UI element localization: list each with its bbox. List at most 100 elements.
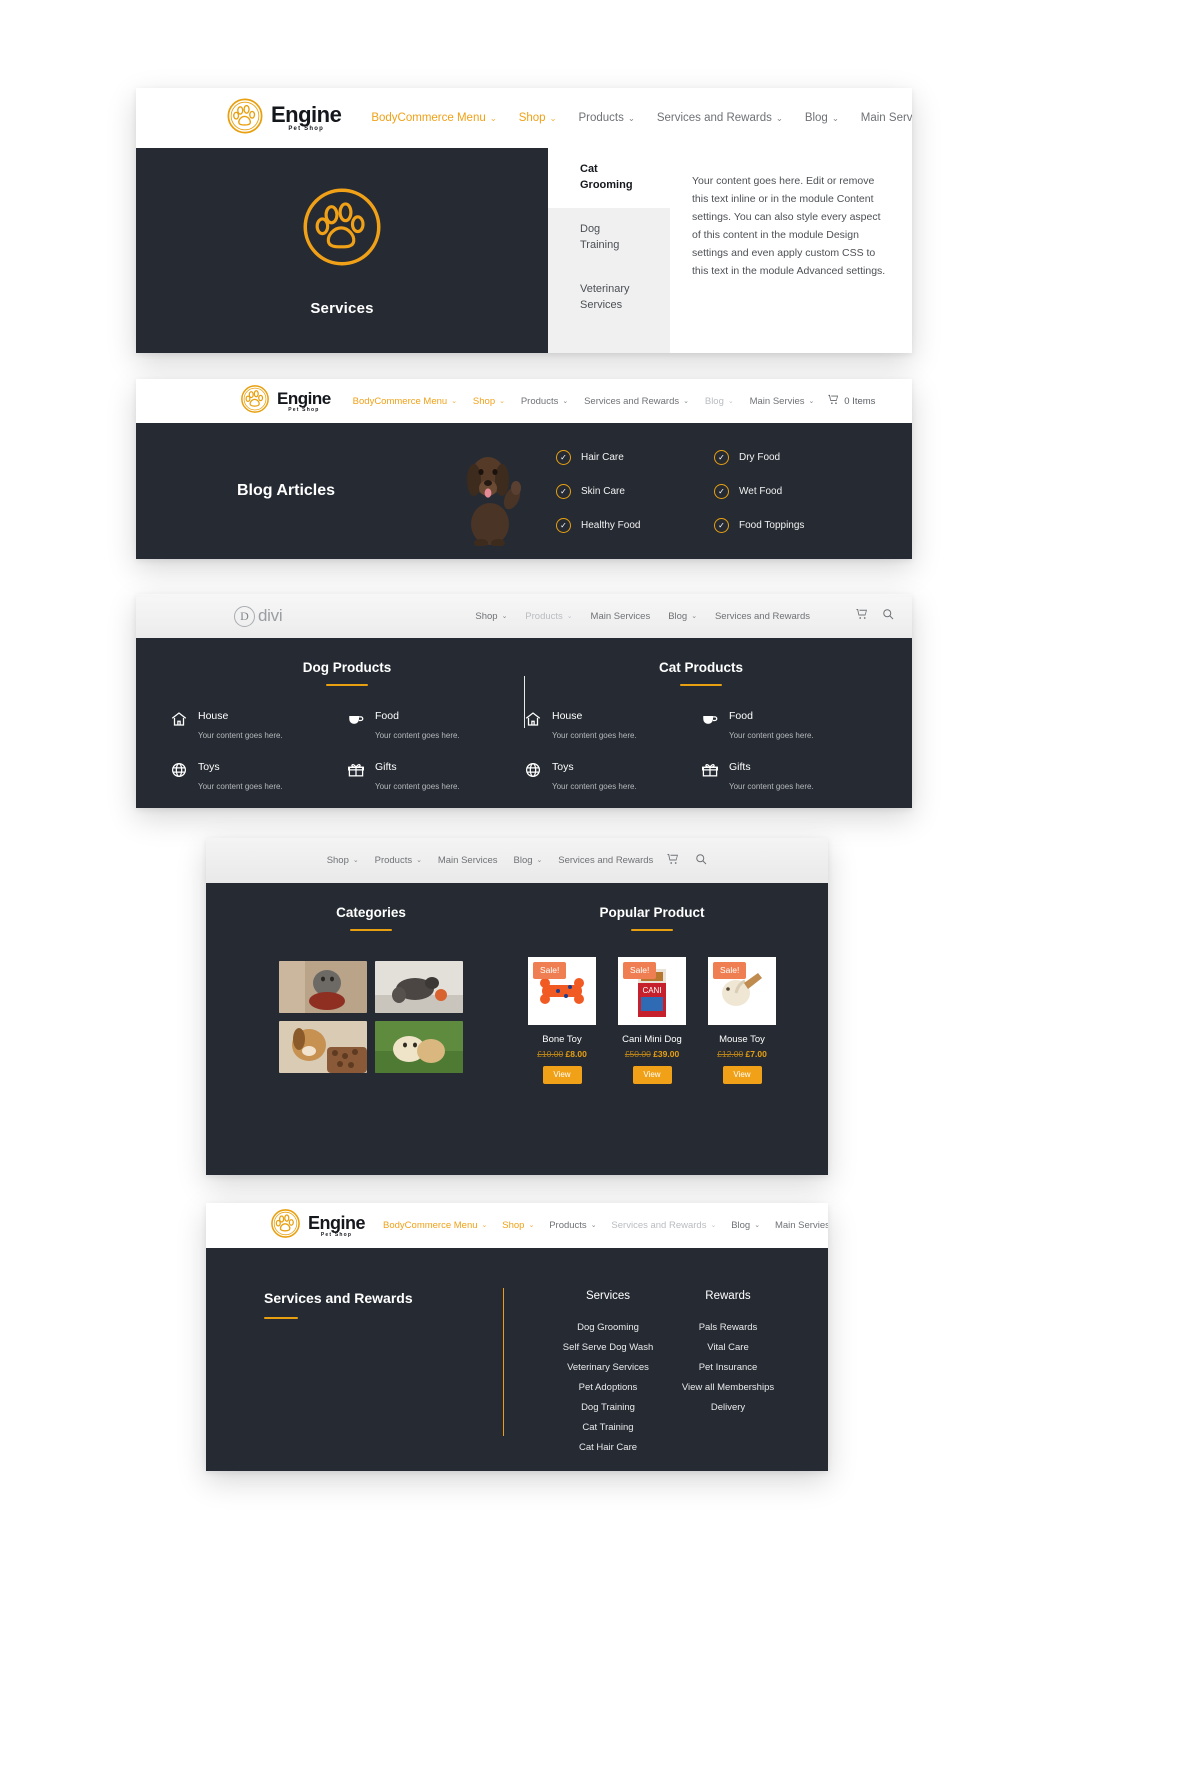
menu-item-label: Blog	[704, 395, 724, 407]
column-heading: Services	[585, 1290, 631, 1302]
brand-logo[interactable]: Engine Pet Shop	[226, 97, 342, 140]
dogs-playing-photo[interactable]	[375, 1021, 463, 1073]
link-item[interactable]: View all Memberships	[668, 1382, 788, 1393]
nav-item-blog[interactable]: Blog ⌄	[514, 855, 543, 866]
service-tab-veterinary-services[interactable]: Veterinary Services	[548, 268, 670, 328]
link-item[interactable]: Vital Care	[668, 1342, 788, 1353]
product-card[interactable]: Sale! CANI Cani Mini Dog £50.00 £39.00 View	[618, 957, 686, 1084]
card1-navbar: Engine Pet Shop BodyCommerce Menu ⌄ Shop ⌄ P…	[136, 88, 912, 148]
feature-item[interactable]: Food Your content goes here.	[347, 710, 524, 743]
check-circle-icon: ✓	[556, 517, 571, 533]
feature-item[interactable]: Gifts Your content goes here.	[701, 761, 878, 794]
nav-item-services-and-rewards[interactable]: Services and Rewards	[558, 855, 653, 866]
brand-tagline: Pet Shop	[288, 406, 320, 413]
orange-bone-toy[interactable]: Sale!	[528, 957, 596, 1025]
product-card[interactable]: Sale! Mouse Toy £12.00 £7.00 View	[708, 957, 776, 1084]
nav-item-products[interactable]: Products ⌄	[578, 112, 634, 124]
link-item[interactable]: Veterinary Services	[548, 1362, 668, 1373]
nav-item-main-servies[interactable]: Main Servies⌄	[775, 1220, 828, 1231]
view-product-button[interactable]: View	[722, 1066, 762, 1084]
nav-item-services-and-rewards[interactable]: Services and Rewards	[715, 611, 810, 622]
nav-item-main-servies[interactable]: Main Servies⌄	[861, 112, 912, 124]
search-icon[interactable]	[882, 607, 894, 625]
nav-item-shop[interactable]: Shop ⌄	[473, 396, 505, 407]
check-circle-icon: ✓	[556, 449, 571, 465]
nav-item-shop[interactable]: Shop ⌄	[327, 855, 359, 866]
nav-item-services-and-rewards[interactable]: Services and Rewards ⌄	[657, 112, 783, 124]
heading-underline	[350, 929, 392, 931]
column-divider	[524, 676, 525, 728]
nav-item-shop[interactable]: Shop ⌄	[475, 611, 507, 622]
feature-title: Food	[375, 710, 399, 722]
nav-item-bodycommerce-menu[interactable]: BodyCommerce Menu ⌄	[353, 396, 457, 407]
shopping-cart-icon[interactable]	[667, 852, 679, 870]
service-tab-cat-grooming[interactable]: Cat Grooming	[548, 148, 670, 208]
dog-with-kibble-photo[interactable]	[279, 1021, 367, 1073]
mouse-toy[interactable]: Sale!	[708, 957, 776, 1025]
nav-item-services-and-rewards[interactable]: Services and Rewards ⌄	[611, 1220, 716, 1231]
link-item[interactable]: Pals Rewards	[668, 1322, 788, 1333]
menu-item-label: BodyCommerce Menu	[352, 395, 448, 407]
nav-item-products[interactable]: Products ⌄	[549, 1220, 596, 1231]
view-product-button[interactable]: View	[632, 1066, 672, 1084]
feature-item[interactable]: House Your content goes here.	[170, 710, 347, 743]
nav-item-products[interactable]: Products ⌄	[375, 855, 422, 866]
nav-item-bodycommerce-menu[interactable]: BodyCommerce Menu ⌄	[383, 1220, 487, 1231]
feature-item[interactable]: House Your content goes here.	[524, 710, 701, 743]
link-item[interactable]: Pet Adoptions	[548, 1382, 668, 1393]
chevron-down-icon: ⌄	[501, 612, 508, 620]
brand-logo[interactable]: Engine Pet Shop	[240, 384, 331, 419]
feature-grid: House Your content goes here. Food Your con…	[524, 710, 878, 808]
link-item[interactable]: Delivery	[668, 1402, 788, 1413]
product-card[interactable]: Sale! Bone Toy £10.00 £8.00 View	[528, 957, 596, 1084]
cat-at-bowl-photo[interactable]	[279, 961, 367, 1013]
link-item[interactable]: Dog Training	[548, 1402, 668, 1413]
chevron-down-icon: ⌄	[489, 113, 497, 123]
sale-badge: Sale!	[623, 962, 657, 979]
feature-item[interactable]: Gifts Your content goes here.	[347, 761, 524, 794]
link-columns: Services Dog Grooming Self Serve Dog Wash V…	[502, 1290, 788, 1471]
new-price: £8.00	[565, 1049, 587, 1059]
card3-body: Dog Products House Your content goes here.…	[136, 638, 912, 808]
view-product-button[interactable]: View	[542, 1066, 582, 1084]
nav-item-main-services[interactable]: Main Services	[438, 855, 498, 866]
feature-item[interactable]: Toys Your content goes here.	[170, 761, 347, 794]
cat-with-toy-photo[interactable]	[375, 961, 463, 1013]
search-icon[interactable]	[695, 852, 707, 870]
link-item[interactable]: Cat Hair Care	[548, 1442, 668, 1453]
services-hero: Services	[136, 148, 548, 353]
feature-item[interactable]: Food Your content goes here.	[701, 710, 878, 743]
menu-item-label: BodyCommerce Menu	[371, 112, 486, 124]
nav-item-products[interactable]: Products ⌄	[521, 396, 568, 407]
nav-item-blog[interactable]: Blog ⌄	[705, 396, 734, 407]
brand-name: Engine	[271, 102, 342, 127]
chevron-down-icon: ⌄	[691, 612, 697, 620]
nav-item-blog[interactable]: Blog ⌄	[668, 611, 697, 622]
nav-item-main-servies[interactable]: Main Servies⌄	[750, 396, 815, 407]
feature-title: Toys	[552, 761, 574, 773]
menu-item-label: Shop	[502, 1220, 525, 1231]
chevron-down-icon: ⌄	[754, 1222, 760, 1230]
link-item[interactable]: Self Serve Dog Wash	[548, 1342, 668, 1353]
nav-item-services-and-rewards[interactable]: Services and Rewards ⌄	[584, 396, 689, 407]
nav-item-products[interactable]: Products ⌄	[525, 611, 572, 622]
cart-summary[interactable]: 0 Items	[828, 394, 875, 408]
nav-item-bodycommerce-menu[interactable]: BodyCommerce Menu ⌄	[371, 112, 496, 124]
cani-food-box[interactable]: Sale! CANI	[618, 957, 686, 1025]
nav-item-blog[interactable]: Blog ⌄	[731, 1220, 760, 1231]
link-item[interactable]: Dog Grooming	[548, 1322, 668, 1333]
feature-item[interactable]: Toys Your content goes here.	[524, 761, 701, 794]
nav-item-main-services[interactable]: Main Services	[591, 611, 651, 622]
nav-item-blog[interactable]: Blog ⌄	[805, 112, 839, 124]
nav-item-shop[interactable]: Shop ⌄	[502, 1220, 534, 1231]
shopping-cart-icon[interactable]	[856, 607, 868, 625]
nav-item-shop[interactable]: Shop ⌄	[519, 112, 557, 124]
link-item[interactable]: Cat Training	[548, 1422, 668, 1433]
link-item[interactable]: Pet Insurance	[668, 1362, 788, 1373]
service-tab-dog-training[interactable]: Dog Training	[548, 208, 670, 268]
menu-item-label: Main Servies	[749, 395, 805, 407]
brand-logo[interactable]: Engine Pet Shop	[270, 1208, 366, 1244]
divi-logo[interactable]: D divi	[234, 605, 283, 627]
toy-ball-icon	[170, 761, 188, 779]
chevron-down-icon: ⌄	[499, 397, 505, 405]
